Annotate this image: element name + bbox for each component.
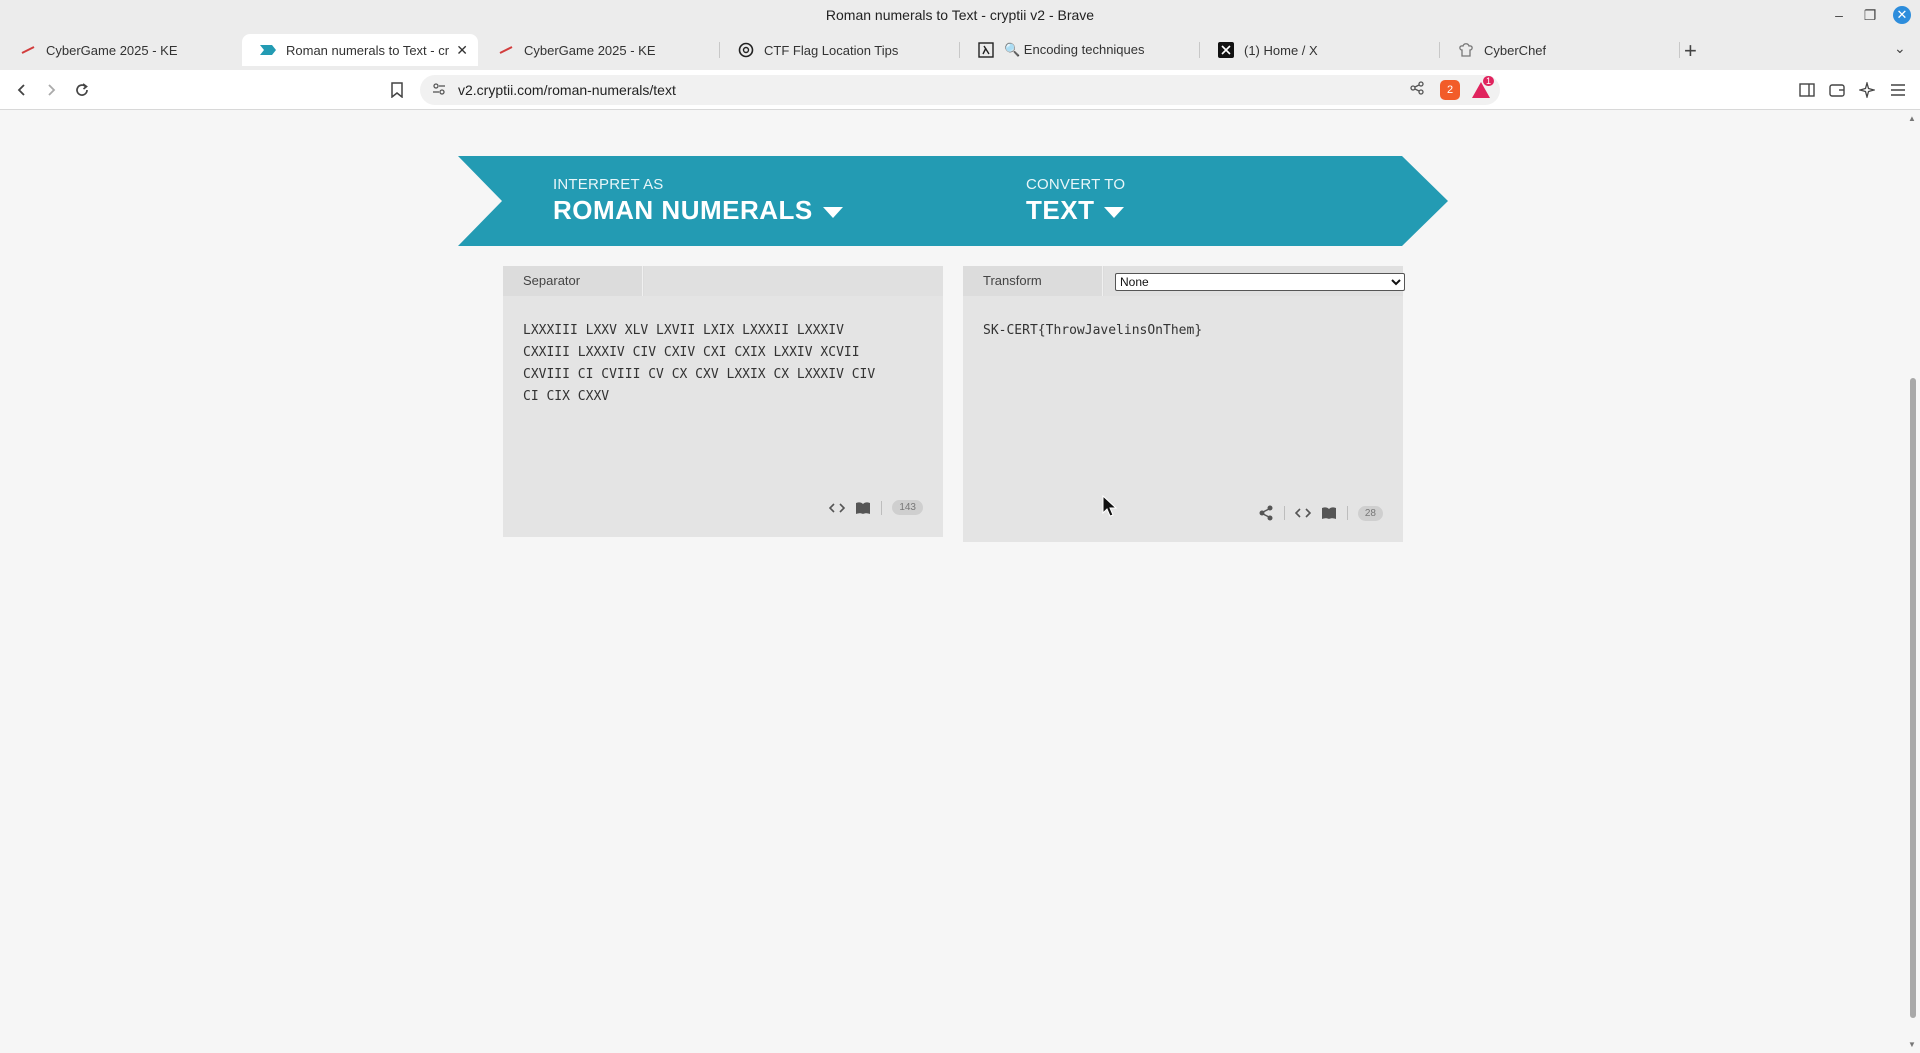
cybergame-favicon-icon [498, 42, 514, 58]
footer-divider [881, 500, 883, 515]
brave-rewards-icon[interactable]: 1 [1470, 76, 1494, 100]
tab-separator [1679, 42, 1680, 58]
input-char-count: 143 [892, 500, 923, 515]
address-bar[interactable]: v2.cryptii.com/roman-numerals/text 2 1 [420, 75, 1500, 105]
tab-close-icon[interactable]: ✕ [456, 42, 468, 59]
window-title: Roman numerals to Text - cryptii v2 - Br… [825, 7, 1095, 23]
reload-button[interactable] [71, 79, 93, 101]
share-icon[interactable] [1258, 505, 1274, 521]
share-icon[interactable] [1410, 81, 1424, 98]
output-char-count: 28 [1357, 505, 1383, 521]
cryptii-favicon-icon [260, 42, 276, 58]
scroll-up-icon[interactable]: ▲ [1908, 114, 1916, 123]
book-icon[interactable] [1321, 506, 1337, 520]
back-button[interactable] [11, 79, 33, 101]
tab-label: CyberChef [1484, 42, 1547, 58]
sidebar-toggle-icon[interactable] [1797, 80, 1817, 100]
site-info-icon[interactable] [432, 82, 446, 99]
output-panel: Transform None SK-CERT{ThrowJavelinsOnTh… [963, 266, 1405, 542]
minimize-button[interactable]: – [1830, 6, 1848, 24]
cyberchef-favicon-icon [1458, 42, 1474, 58]
url-text[interactable]: v2.cryptii.com/roman-numerals/text [458, 82, 676, 98]
window-titlebar: Roman numerals to Text - cryptii v2 - Br… [0, 0, 1920, 30]
interpret-as-selector[interactable]: INTERPRET AS ROMAN NUMERALS [553, 176, 843, 226]
interpret-as-value: ROMAN NUMERALS [553, 195, 813, 225]
close-window-button[interactable]: ✕ [1893, 6, 1911, 24]
output-textarea[interactable]: SK-CERT{ThrowJavelinsOnThem} [983, 320, 1383, 342]
output-panel-header: Transform None [963, 266, 1405, 296]
tab-label: CyberGame 2025 - KE [524, 42, 656, 58]
rewards-count: 1 [1482, 76, 1494, 86]
wallet-icon[interactable] [1827, 80, 1847, 100]
convert-to-selector[interactable]: CONVERT TO TEXT [1026, 176, 1125, 226]
footer-divider [1283, 506, 1285, 520]
tab-cyberchef[interactable]: CyberChef [1440, 34, 1678, 66]
restore-button[interactable]: ❐ [1861, 6, 1879, 24]
input-panel-header: Separator [503, 266, 943, 296]
tab-label: CTF Flag Location Tips [764, 42, 899, 58]
tab-list-chevron-icon[interactable]: ⌄ [1894, 40, 1906, 57]
tab-label: CyberGame 2025 - KE [46, 42, 178, 58]
code-icon[interactable] [829, 502, 846, 514]
caret-down-icon [822, 206, 843, 218]
input-panel: Separator LXXXIII LXXV XLV LXVII LXIX LX… [503, 266, 943, 537]
output-panel-footer: 28 [1248, 505, 1383, 521]
caret-down-icon [1104, 206, 1125, 218]
convert-to-label: CONVERT TO [1026, 176, 1126, 193]
footer-divider [1346, 506, 1348, 520]
scrollbar-thumb[interactable] [1910, 378, 1916, 1018]
tab-strip: CyberGame 2025 - KE Roman numerals to Te… [0, 30, 1920, 70]
page-scrollbar[interactable]: ▲ ▼ [1906, 110, 1920, 1053]
tab-label: (1) Home / X [1244, 42, 1318, 58]
bookmark-icon[interactable] [386, 79, 408, 101]
tab-label: 🔍 Encoding techniques [1004, 42, 1145, 57]
tab-cryptii[interactable]: Roman numerals to Text - cr ✕ [242, 34, 478, 66]
chatgpt-favicon-icon [738, 42, 754, 58]
scroll-down-icon[interactable]: ▼ [1908, 1040, 1916, 1049]
separator-field[interactable] [644, 266, 943, 296]
brave-shields-icon[interactable]: 2 [1440, 80, 1460, 100]
x-favicon-icon [1218, 42, 1234, 58]
mouse-cursor-icon [1102, 495, 1118, 517]
tab-cybergame-1[interactable]: CyberGame 2025 - KE [2, 34, 240, 66]
new-tab-button[interactable]: + [1684, 38, 1697, 64]
tab-x-home[interactable]: (1) Home / X [1200, 34, 1438, 66]
browser-toolbar: v2.cryptii.com/roman-numerals/text 2 1 [0, 70, 1920, 110]
menu-icon[interactable] [1888, 80, 1908, 100]
tab-cybergame-2[interactable]: CyberGame 2025 - KE [480, 34, 718, 66]
book-icon[interactable] [855, 501, 871, 515]
shields-count: 2 [1446, 84, 1454, 96]
encoder-banner: INTERPRET AS ROMAN NUMERALS CONVERT TO T… [458, 156, 1448, 246]
forward-button[interactable] [40, 79, 62, 101]
code-icon[interactable] [1294, 507, 1311, 519]
tab-label: Roman numerals to Text - cr [286, 42, 450, 58]
convert-to-value: TEXT [1026, 195, 1095, 225]
tab-ctf-tips[interactable]: CTF Flag Location Tips [720, 34, 958, 66]
cybergame-favicon-icon [20, 42, 36, 58]
transform-label: Transform [963, 266, 1103, 296]
lambda-favicon-icon [978, 42, 994, 58]
input-panel-footer: 143 [819, 500, 923, 515]
input-textarea[interactable]: LXXXIII LXXV XLV LXVII LXIX LXXXII LXXXI… [523, 320, 923, 408]
interpret-as-label: INTERPRET AS [553, 176, 664, 193]
transform-select[interactable]: None [1115, 273, 1405, 291]
separator-label: Separator [503, 266, 643, 296]
leo-ai-icon[interactable] [1857, 80, 1877, 100]
tab-encoding-techniques[interactable]: 🔍 Encoding techniques [960, 34, 1198, 66]
